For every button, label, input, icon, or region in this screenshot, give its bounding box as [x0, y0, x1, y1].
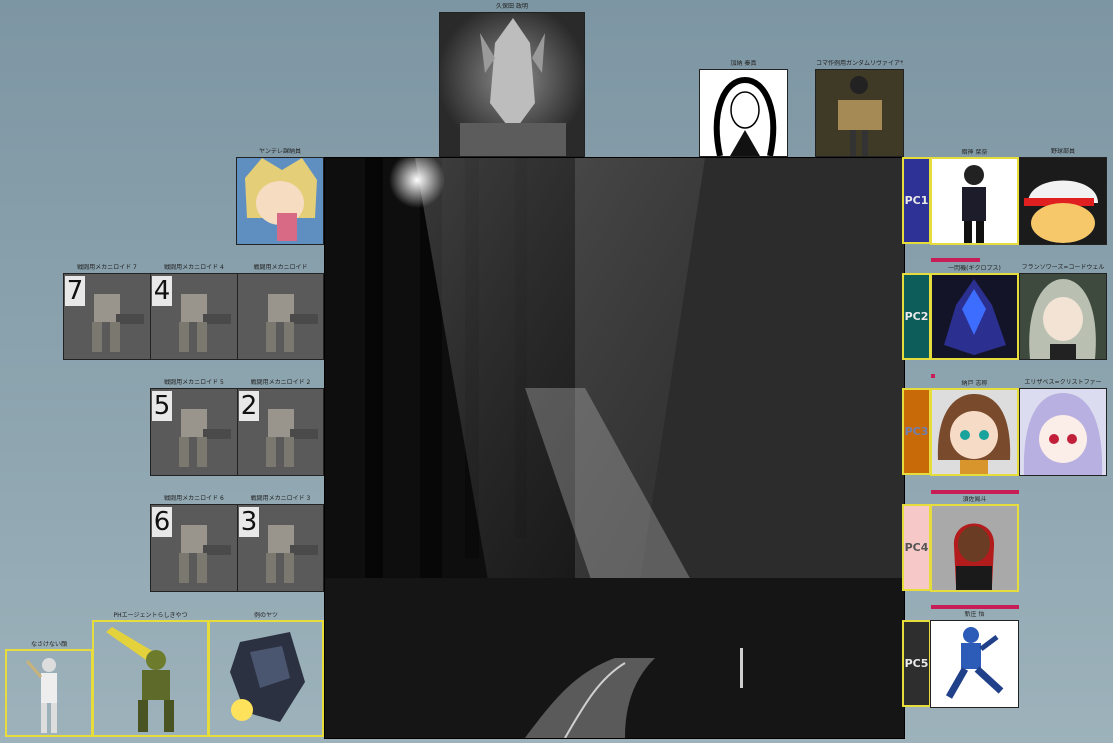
- token-pc1-char2[interactable]: 野球部員: [1019, 148, 1107, 245]
- pc4-char1-label: 須佐鳳斗: [962, 496, 987, 503]
- token-pc5-char1[interactable]: 新庄 悟: [930, 611, 1019, 708]
- pc1-tag[interactable]: PC1: [902, 157, 931, 244]
- token-boss[interactable]: 久保田 政明: [439, 3, 585, 157]
- pc2-hp-bar: [931, 258, 980, 262]
- baseball-player-icon: [1024, 180, 1098, 243]
- token-boss-label: 久保田 政明: [496, 3, 528, 10]
- mecha-robot-icon: [266, 294, 318, 352]
- girl-sketch-icon: [713, 76, 777, 156]
- mecha-number: 2: [239, 391, 259, 421]
- lavender-hair-girl-icon: [1023, 393, 1103, 475]
- mecha-label: 戦闘用メカニロイド 6: [164, 495, 224, 502]
- monster-icon: [460, 18, 566, 156]
- pc5-hp-bar: [931, 605, 1019, 609]
- pc3-label: PC3: [904, 425, 929, 438]
- token-pc1-char1[interactable]: 暗神 栞奈: [930, 149, 1019, 245]
- mecha-number: 3: [239, 507, 259, 537]
- token-pc2-char2[interactable]: フランソワーズ=コードウェル: [1019, 264, 1107, 360]
- token-nakekenai-label: なさけない顔: [30, 641, 67, 648]
- blue-armored-hero-icon: [945, 627, 1004, 699]
- pc3-char2-label: エリザベス=クリストファー: [1024, 379, 1102, 386]
- token-pc2-char1[interactable]: 一閃機(ギクロプス): [930, 265, 1019, 360]
- mecha-number: 4: [152, 276, 172, 306]
- token-mecha-3[interactable]: 戦闘用メカニロイド 3 3: [237, 495, 324, 592]
- token-pc3-char2[interactable]: エリザベス=クリストファー: [1019, 379, 1107, 476]
- mecha-label: 戦闘用メカニロイド 5: [164, 379, 224, 386]
- mecha-label: 戦闘用メカニロイド 2: [250, 379, 311, 386]
- token-mecha-7[interactable]: 戦闘用メカニロイド 7 7: [63, 264, 151, 360]
- token-kurai[interactable]: 例のヤツ: [208, 612, 324, 737]
- white-suit-figure-icon: [25, 658, 57, 733]
- mecha-label: 戦闘用メカニロイド 3: [250, 495, 311, 502]
- armored-warrior-icon: [106, 627, 174, 732]
- pc4-label: PC4: [904, 541, 929, 554]
- token-pc4-char1[interactable]: 須佐鳳斗: [930, 496, 1019, 592]
- pc1-char2-label: 野球部員: [1050, 148, 1075, 155]
- token-koma[interactable]: コマ作例用ガンダムリヴァイアサン: [815, 60, 904, 157]
- token-koma-label: コマ作例用ガンダムリヴァイアサン: [816, 60, 903, 67]
- pc1-label: PC1: [904, 194, 929, 207]
- blue-mech-icon: [944, 279, 1006, 355]
- pc3-char1-label: 納戸 志称: [961, 380, 988, 387]
- pc4-hp-bar: [931, 490, 1019, 494]
- token-kano-label: 加納 秦真: [730, 60, 757, 67]
- mecha-number: 5: [152, 391, 172, 421]
- token-kurai-label: 例のヤツ: [253, 612, 278, 619]
- pc5-char1-label: 新庄 悟: [964, 611, 985, 618]
- anime-girl-icon: [245, 158, 317, 241]
- pc5-tag[interactable]: PC5: [902, 620, 931, 707]
- token-nakekenai[interactable]: なさけない顔: [5, 641, 93, 737]
- pc5-label: PC5: [904, 657, 929, 670]
- scene-map[interactable]: [324, 157, 905, 739]
- mecha-number: 7: [65, 276, 85, 306]
- token-yandere[interactable]: ヤンデレ課納員: [236, 148, 324, 245]
- token-mecha-5[interactable]: 戦闘用メカニロイド 5 5: [150, 379, 238, 476]
- pc3-tag[interactable]: PC3: [902, 388, 931, 475]
- pc2-label: PC2: [904, 310, 929, 323]
- dark-armor-icon: [230, 632, 305, 722]
- grey-hair-girl-icon: [1029, 279, 1096, 359]
- red-hair-character-icon: [953, 523, 995, 590]
- pc2-tag[interactable]: PC2: [902, 273, 931, 360]
- mecha-label: 戦闘用メカニロイド 4: [164, 264, 224, 271]
- forest-road-image: [325, 158, 904, 738]
- mecha-label: 戦闘用メカニロイド: [253, 264, 308, 271]
- token-yandere-label: ヤンデレ課納員: [258, 148, 301, 155]
- token-pc3-char1[interactable]: 納戸 志称: [930, 380, 1019, 476]
- boss-portrait: [440, 13, 584, 156]
- pc3-hp-bar: [931, 374, 935, 378]
- box-person-icon: [838, 76, 882, 156]
- mecha-label: 戦闘用メカニロイド 7: [77, 264, 137, 271]
- pc2-char1-label: 一閃機(ギクロプス): [948, 265, 1001, 272]
- token-ph-agent-label: PHエージェントらしきやつ: [113, 612, 188, 619]
- suit-boy-icon: [962, 165, 986, 243]
- token-mecha-4[interactable]: 戦闘用メカニロイド 4 4: [150, 264, 238, 360]
- brown-hair-girl-icon: [937, 394, 1011, 474]
- mecha-number: 6: [152, 507, 172, 537]
- token-ph-agent[interactable]: PHエージェントらしきやつ: [92, 612, 209, 737]
- pc4-tag[interactable]: PC4: [902, 504, 931, 591]
- token-kano[interactable]: 加納 秦真: [699, 60, 788, 157]
- pc2-char2-label: フランソワーズ=コードウェル: [1021, 264, 1105, 271]
- token-mecha-1[interactable]: 戦闘用メカニロイド: [237, 264, 324, 360]
- pc1-char1-label: 暗神 栞奈: [961, 149, 988, 156]
- token-mecha-2[interactable]: 戦闘用メカニロイド 2 2: [237, 379, 324, 476]
- token-mecha-6[interactable]: 戦闘用メカニロイド 6 6: [150, 495, 238, 592]
